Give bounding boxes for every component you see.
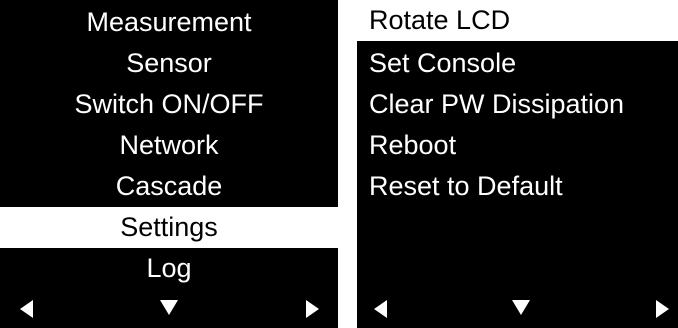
main-menu-screen: Measurement Sensor Switch ON/OFF Network… [0, 0, 338, 328]
menu-item-settings[interactable]: Settings [0, 207, 338, 248]
menu-item-reboot[interactable]: Reboot [357, 125, 678, 166]
nav-bar [0, 290, 338, 328]
menu-item-set-console[interactable]: Set Console [357, 43, 678, 84]
menu-item-network[interactable]: Network [0, 125, 338, 166]
arrow-right-icon[interactable] [656, 300, 669, 318]
arrow-left-icon[interactable] [374, 300, 387, 318]
menu-item-rotate-lcd[interactable]: Rotate LCD [357, 0, 678, 41]
arrow-down-icon[interactable] [160, 300, 178, 315]
menu-item-cascade[interactable]: Cascade [0, 166, 338, 207]
menu-item-sensor[interactable]: Sensor [0, 43, 338, 84]
menu-item-measurement[interactable]: Measurement [0, 2, 338, 43]
menu-item-switch-on-off[interactable]: Switch ON/OFF [0, 84, 338, 125]
menu-item-reset-to-default[interactable]: Reset to Default [357, 166, 678, 207]
menu-item-log[interactable]: Log [0, 248, 338, 289]
menu-item-clear-pw-dissipation[interactable]: Clear PW Dissipation [357, 84, 678, 125]
arrow-left-icon[interactable] [20, 300, 33, 318]
arrow-right-icon[interactable] [306, 300, 319, 318]
arrow-down-icon[interactable] [512, 300, 530, 315]
settings-menu-screen: Rotate LCD Set Console Clear PW Dissipat… [357, 0, 678, 328]
nav-bar [357, 290, 678, 328]
